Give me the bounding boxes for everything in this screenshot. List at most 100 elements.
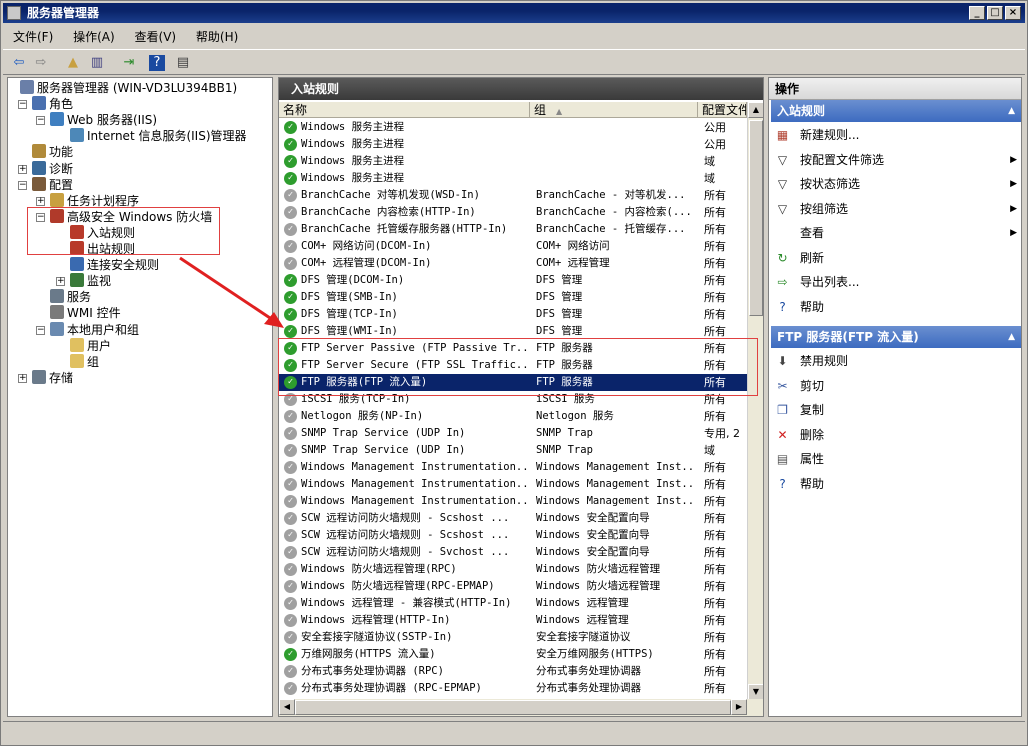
horizontal-scrollbar[interactable]: ◀ ▶ — [279, 699, 763, 716]
tree-item[interactable]: 诊断 — [32, 160, 73, 177]
rule-group: Windows Management Inst... — [536, 461, 696, 473]
scroll-up-icon[interactable]: ▲ — [748, 102, 763, 118]
forward-icon[interactable]: ⇨ — [31, 53, 51, 73]
rule-row[interactable]: ✓ Windows 远程管理(HTTP-In) Windows 远程管理 所有 — [279, 612, 747, 629]
show-tree-icon[interactable]: ▥ — [87, 53, 107, 73]
rule-row[interactable]: ✓ 安全套接字隧道协议(SSTP-In) 安全套接字隧道协议 所有 — [279, 629, 747, 646]
rule-row[interactable]: ✓ Windows 服务主进程 公用 — [279, 136, 747, 153]
rule-row[interactable]: ✓ Windows 服务主进程 域 — [279, 153, 747, 170]
rule-row[interactable]: ✓ SNMP Trap Service (UDP In) SNMP Trap 专用, … — [279, 425, 747, 442]
rule-row[interactable]: ✓ BranchCache 托管缓存服务器(HTTP-In) BranchCache… — [279, 221, 747, 238]
rule-row[interactable]: ✓ SCW 远程访问防火墙规则 - Svchost ... Windows 安全配置… — [279, 544, 747, 561]
minimize-button[interactable]: _ — [969, 6, 985, 20]
rule-row[interactable]: ✓ DFS 管理(TCP-In) DFS 管理 所有 — [279, 306, 747, 323]
collapse-icon[interactable]: − — [18, 100, 27, 110]
tree-item[interactable]: 用户 — [70, 337, 111, 354]
scroll-thumb[interactable] — [749, 120, 763, 316]
menu-file[interactable]: 文件(F) — [7, 27, 59, 47]
expand-icon[interactable]: + — [18, 373, 27, 383]
menu-view[interactable]: 查看(V) — [129, 27, 183, 47]
expand-icon[interactable]: + — [56, 277, 65, 287]
rule-row[interactable]: ✓ COM+ 远程管理(DCOM-In) COM+ 远程管理 所有 — [279, 255, 747, 272]
section-inbound-rules[interactable]: 入站规则 ▲ — [771, 100, 1021, 122]
close-button[interactable]: × — [1005, 6, 1021, 20]
tree-item[interactable]: 本地用户和组 — [50, 321, 139, 338]
action-item[interactable]: ▽ 按组筛选 ▶ — [775, 198, 1019, 220]
collapse-icon[interactable]: − — [36, 116, 45, 126]
action-item[interactable]: 查看 ▶ — [775, 222, 1019, 244]
rule-row[interactable]: ✓ COM+ 网络访问(DCOM-In) COM+ 网络访问 所有 — [279, 238, 747, 255]
enabled-check-icon: ✓ — [284, 325, 297, 338]
rule-row[interactable]: ✓ DFS 管理(SMB-In) DFS 管理 所有 — [279, 289, 747, 306]
tree-item[interactable]: 组 — [70, 353, 99, 370]
tree-item[interactable]: Web 服务器(IIS) — [50, 112, 157, 128]
column-profile[interactable]: 配置文件 — [698, 102, 747, 118]
section-selected-rule[interactable]: FTP 服务器(FTP 流入量) ▲ — [771, 326, 1021, 348]
maximize-button[interactable]: □ — [987, 6, 1003, 20]
action-item[interactable]: ? 帮助 — [775, 473, 1019, 495]
rule-row[interactable]: ✓ Windows Management Instrumentation... Wi… — [279, 459, 747, 476]
menu-action[interactable]: 操作(A) — [67, 27, 121, 47]
rule-row[interactable]: ✓ Netlogon 服务(NP-In) Netlogon 服务 所有 — [279, 408, 747, 425]
up-folder-icon[interactable]: ▲ — [63, 53, 83, 73]
menu-help[interactable]: 帮助(H) — [190, 27, 244, 47]
rule-row[interactable]: ✓ Windows 服务主进程 域 — [279, 170, 747, 187]
rule-row[interactable]: ✓ Windows 远程管理 - 兼容模式(HTTP-In) Windows 远程管… — [279, 595, 747, 612]
hscroll-thumb[interactable] — [295, 700, 731, 715]
tree-item[interactable]: 连接安全规则 — [70, 257, 159, 273]
action-pane-icon[interactable]: ▤ — [173, 53, 193, 73]
tree-item[interactable]: 监视 — [70, 273, 111, 289]
action-item[interactable]: ⇨ 导出列表... — [775, 271, 1019, 293]
expand-icon[interactable]: + — [18, 164, 27, 174]
scroll-left-icon[interactable]: ◀ — [279, 699, 295, 715]
rule-row[interactable]: ✓ Windows 防火墙远程管理(RPC-EPMAP) Windows 防火墙远程… — [279, 578, 747, 595]
rule-name: BranchCache 托管缓存服务器(HTTP-In) — [301, 223, 508, 235]
export-list-icon[interactable]: ⇥ — [119, 53, 139, 73]
rule-profile: 所有 — [704, 308, 726, 321]
action-item[interactable]: ? 帮助 — [775, 296, 1019, 318]
rule-row[interactable]: ✓ 分布式事务处理协调器 (RPC-EPMAP) 分布式事务处理协调器 所有 — [279, 680, 747, 697]
vertical-scrollbar[interactable]: ▲ ▼ — [747, 102, 763, 700]
action-item[interactable]: ✂ 剪切 — [775, 375, 1019, 397]
scroll-down-icon[interactable]: ▼ — [748, 684, 763, 700]
rule-row[interactable]: ✓ SCW 远程访问防火墙规则 - Scshost ... Windows 安全配置… — [279, 510, 747, 527]
rule-row[interactable]: ✓ Windows 防火墙远程管理(RPC) Windows 防火墙远程管理 所有 — [279, 561, 747, 578]
tree-item[interactable]: 功能 — [32, 144, 73, 160]
column-group[interactable]: 组 ▲ — [530, 102, 698, 118]
rule-row[interactable]: ✓ 万维网服务(HTTPS 流入量) 安全万维网服务(HTTPS) 所有 — [279, 646, 747, 663]
rule-row[interactable]: ✓ SCW 远程访问防火墙规则 - Scshost ... Windows 安全配置… — [279, 527, 747, 544]
rule-row[interactable]: ✓ BranchCache 内容检索(HTTP-In) BranchCache - … — [279, 204, 747, 221]
collapse-icon[interactable]: ▲ — [1008, 100, 1015, 122]
tree-item[interactable]: WMI 控件 — [50, 305, 121, 321]
action-item[interactable]: ▽ 按状态筛选 ▶ — [775, 173, 1019, 195]
action-item[interactable]: ⬇ 禁用规则 — [775, 350, 1019, 372]
tree-item[interactable]: 服务 — [50, 289, 91, 305]
scroll-right-icon[interactable]: ▶ — [731, 699, 747, 715]
rule-row[interactable]: ✓ DFS 管理(DCOM-In) DFS 管理 所有 — [279, 272, 747, 289]
action-item[interactable]: ▤ 属性 — [775, 448, 1019, 470]
rule-row[interactable]: ✓ SNMP Trap Service (UDP In) SNMP Trap 域 — [279, 442, 747, 459]
action-item[interactable]: ✕ 删除 — [775, 424, 1019, 446]
collapse-icon[interactable]: ▲ — [1008, 326, 1015, 348]
collapse-icon[interactable]: − — [18, 180, 27, 190]
help-icon[interactable]: ? — [149, 55, 165, 71]
expand-icon[interactable]: + — [36, 196, 45, 206]
rule-row[interactable]: ✓ Windows Management Instrumentation... Wi… — [279, 476, 747, 493]
rule-row[interactable]: ✓ BranchCache 对等机发现(WSD-In) BranchCache - … — [279, 187, 747, 204]
back-icon[interactable]: ⇦ — [9, 53, 29, 73]
disabled-check-icon: ✓ — [284, 512, 297, 525]
tree-item[interactable]: 角色 — [32, 96, 73, 112]
column-name[interactable]: 名称 — [279, 102, 530, 118]
rule-row[interactable]: ✓ Windows Management Instrumentation... Wi… — [279, 493, 747, 510]
action-item[interactable]: ↻ 刷新 — [775, 247, 1019, 269]
tree-item[interactable]: 服务器管理器 (WIN-VD3LU394BB1) — [20, 80, 237, 96]
tree-item[interactable]: 配置 — [32, 176, 73, 193]
rule-row[interactable]: ✓ Windows 服务主进程 公用 — [279, 119, 747, 136]
rule-row[interactable]: ✓ 分布式事务处理协调器 (RPC) 分布式事务处理协调器 所有 — [279, 663, 747, 680]
action-item[interactable]: ▦ 新建规则... — [775, 124, 1019, 146]
tree-item[interactable]: 存储 — [32, 369, 73, 386]
action-item[interactable]: ▽ 按配置文件筛选 ▶ — [775, 149, 1019, 171]
tree-item[interactable]: Internet 信息服务(IIS)管理器 — [70, 128, 247, 144]
action-item[interactable]: ❐ 复制 — [775, 399, 1019, 421]
collapse-icon[interactable]: − — [36, 325, 45, 335]
